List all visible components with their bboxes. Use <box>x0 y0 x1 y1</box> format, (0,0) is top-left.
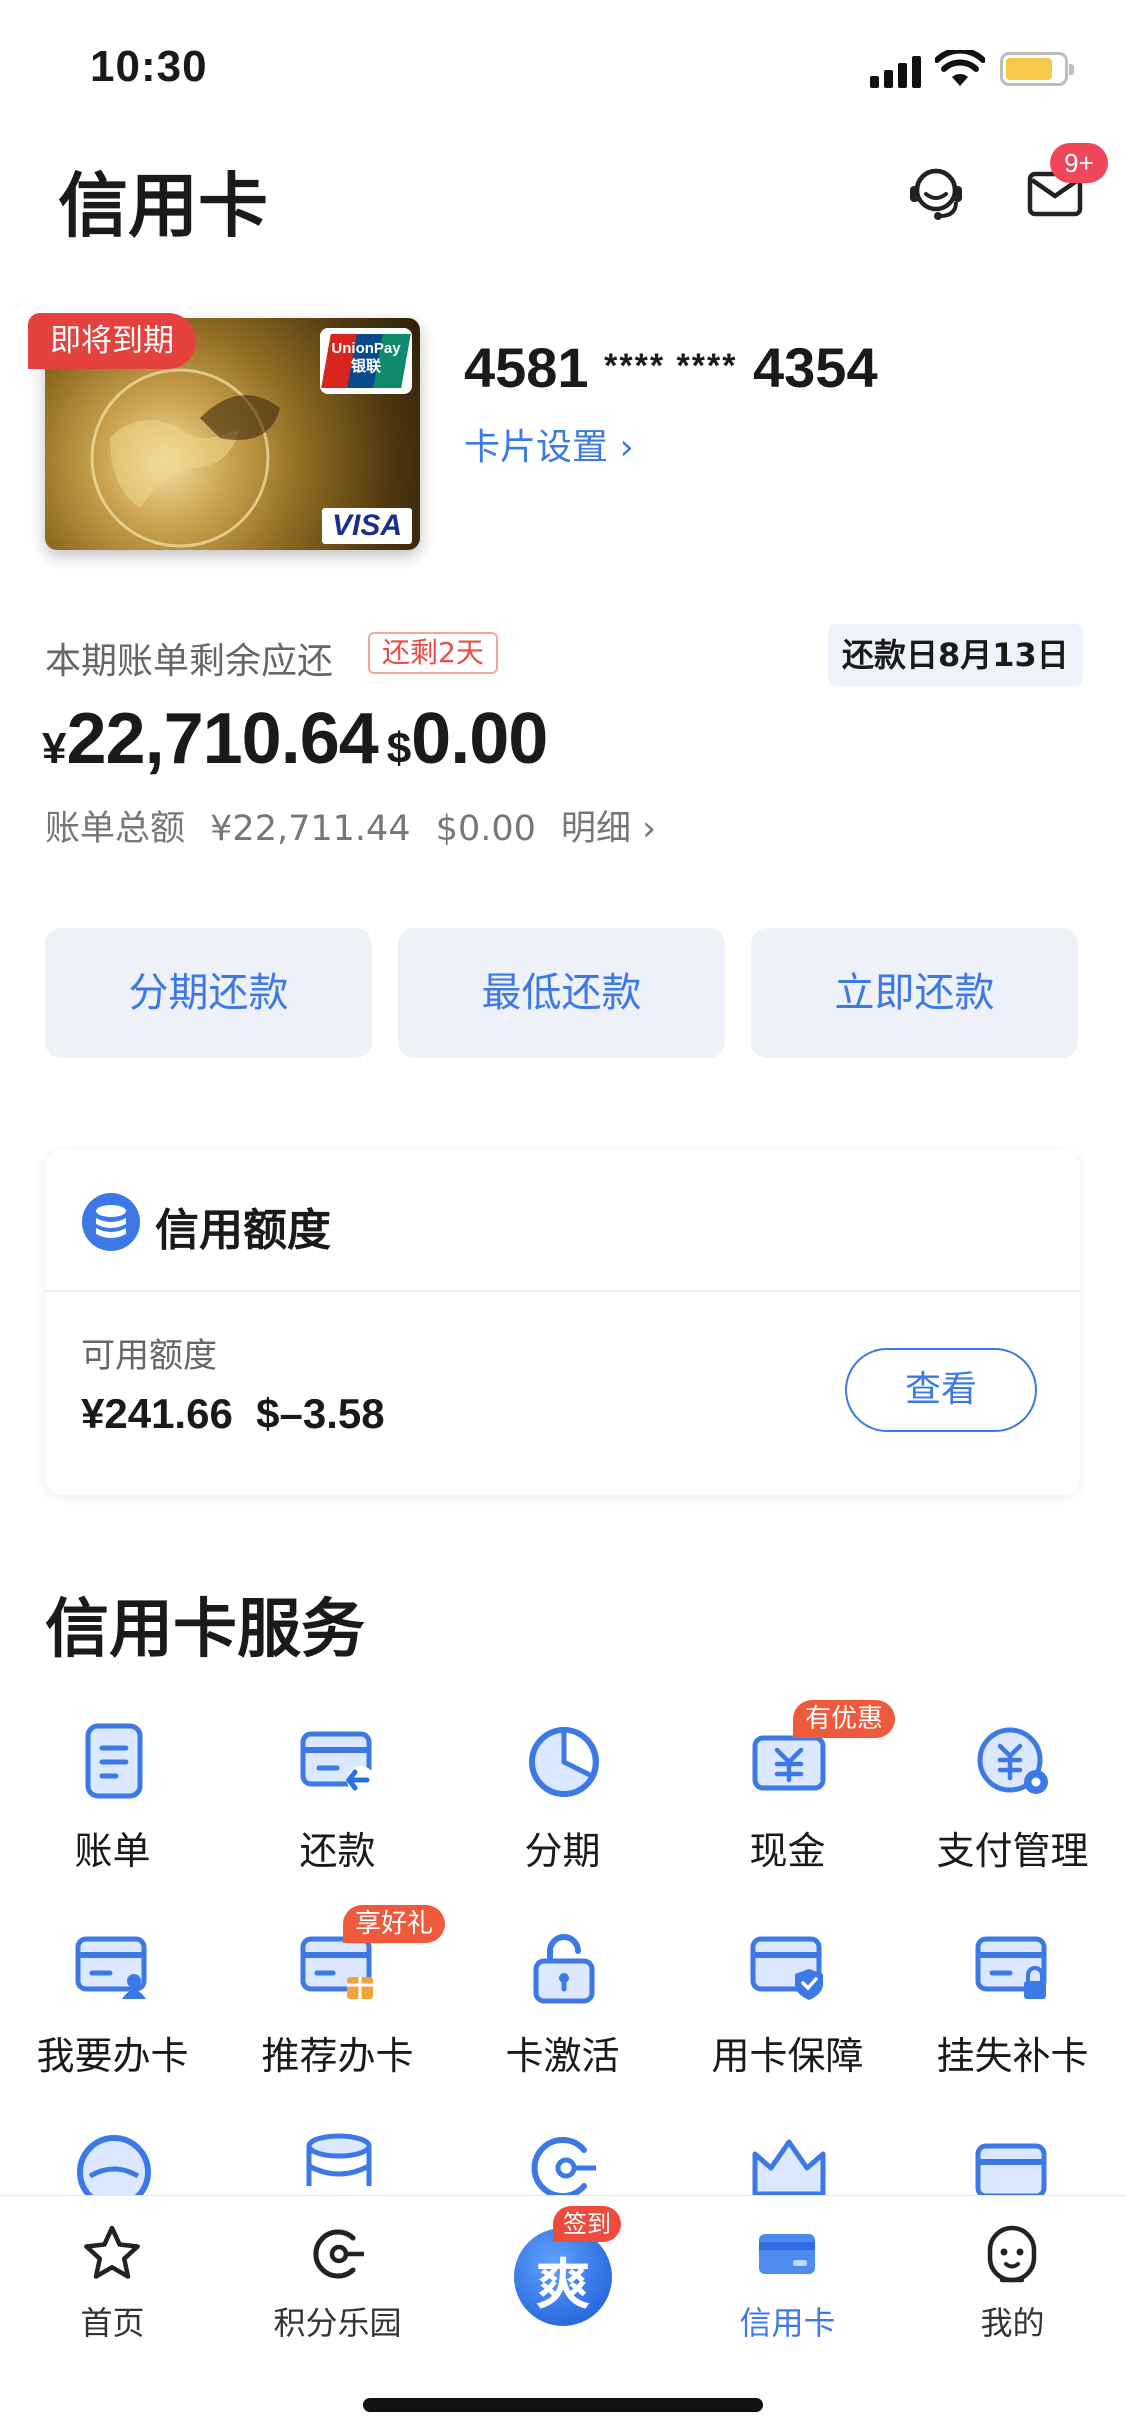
available-limit-label: 可用额度 <box>81 1336 217 1376</box>
star-icon <box>84 2225 140 2279</box>
nav-points[interactable]: 积分乐园 <box>225 2214 450 2344</box>
service-payment-manage[interactable]: 支付管理 <box>900 1720 1125 1920</box>
service-card-protect[interactable]: 用卡保障 <box>675 1925 900 2125</box>
balance-amount: ¥22,710.64 $0.00 <box>42 699 548 779</box>
detail-link[interactable]: 明细 › <box>561 809 656 849</box>
total-usd: $0.00 <box>435 809 536 849</box>
nav-credit-card[interactable]: 信用卡 <box>675 2214 900 2344</box>
page-title: 信用卡 <box>58 165 268 247</box>
crown-icon[interactable] <box>747 2130 831 2200</box>
repay-now-button[interactable]: 立即还款 <box>751 928 1078 1058</box>
repay-icon <box>300 1731 375 1794</box>
installment-repay-button[interactable]: 分期还款 <box>45 928 372 1058</box>
apply-card-icon <box>75 1936 147 1999</box>
total-rmb: ¥22,711.44 <box>210 809 411 849</box>
minimum-repay-button[interactable]: 最低还款 <box>398 928 725 1058</box>
globe-illustration <box>90 368 280 548</box>
days-left-badge: 还剩2天 <box>368 632 498 674</box>
visa-logo: VISA <box>322 508 412 544</box>
view-limit-button[interactable]: 查看 <box>845 1348 1037 1432</box>
cash-promo-tag: 有优惠 <box>793 1700 896 1738</box>
card-heart-icon[interactable] <box>972 2130 1056 2200</box>
profile-icon <box>987 2225 1037 2283</box>
available-limit-amount: ¥241.66 $–3.58 <box>81 1390 385 1437</box>
usd-balance: 0.00 <box>411 699 548 779</box>
nav-profile[interactable]: 我的 <box>900 2214 1125 2344</box>
card-settings-link[interactable]: 卡片设置 › <box>464 418 634 470</box>
home-indicator <box>363 2398 763 2412</box>
coin-stack-icon <box>82 1193 140 1251</box>
credit-limit-panel: 信用额度 可用额度 ¥241.66 $–3.58 查看 <box>45 1150 1080 1495</box>
status-time: 10:30 <box>90 42 208 91</box>
checkin-center-button[interactable]: 爽 <box>514 2228 612 2326</box>
payment-manage-icon <box>977 1727 1048 1794</box>
checkin-badge: 签到 <box>553 2206 621 2242</box>
service-installment[interactable]: 分期 <box>450 1720 675 1920</box>
customer-service-icon[interactable] <box>904 160 968 224</box>
bill-remaining-label: 本期账单剩余应还 <box>45 641 334 682</box>
due-date-label: 还款日8月13日 <box>828 624 1083 686</box>
expiry-tag: 即将到期 <box>28 313 196 369</box>
card-protect-icon <box>750 1936 823 2000</box>
recommend-gift-tag: 享好礼 <box>343 1905 446 1943</box>
unionpay-logo: UnionPay 银联 <box>320 328 412 394</box>
service-bill[interactable]: 账单 <box>0 1720 225 1920</box>
wifi-icon <box>935 50 985 86</box>
bill-total-row: 账单总额 ¥22,711.44 $0.00 明细 › <box>45 809 657 849</box>
bill-icon <box>85 1723 143 1799</box>
service-recommend-card[interactable]: 享好礼 推荐办卡 <box>225 1905 450 2125</box>
services-section-title: 信用卡服务 <box>45 1593 365 1667</box>
report-loss-icon <box>975 1936 1047 1999</box>
credit-limit-title: 信用额度 <box>155 1205 331 1256</box>
points-icon <box>313 2229 364 2279</box>
service-repay[interactable]: 还款 <box>225 1720 450 1920</box>
card-activate-icon <box>533 1934 595 2004</box>
savings-icon[interactable] <box>72 2130 156 2200</box>
card-number: 4581 **** **** 4354 <box>464 336 878 399</box>
status-bar: 10:30 <box>0 0 1125 140</box>
points-exchange-icon[interactable] <box>522 2130 606 2200</box>
service-cash[interactable]: 有优惠 现金 <box>675 1700 900 1920</box>
database-icon[interactable] <box>297 2130 381 2200</box>
installment-icon <box>529 1727 599 1797</box>
service-apply-card[interactable]: 我要办卡 <box>0 1925 225 2125</box>
cellular-signal-icon <box>870 56 921 88</box>
nav-home[interactable]: 首页 <box>0 2214 225 2344</box>
credit-limit-header: 信用额度 <box>45 1150 1080 1292</box>
rmb-balance: 22,710.64 <box>66 699 378 779</box>
credit-card-icon <box>759 2234 815 2274</box>
battery-icon <box>1000 52 1074 86</box>
message-count-badge: 9+ <box>1050 143 1108 183</box>
service-card-activate[interactable]: 卡激活 <box>450 1925 675 2125</box>
service-report-loss[interactable]: 挂失补卡 <box>900 1925 1125 2125</box>
